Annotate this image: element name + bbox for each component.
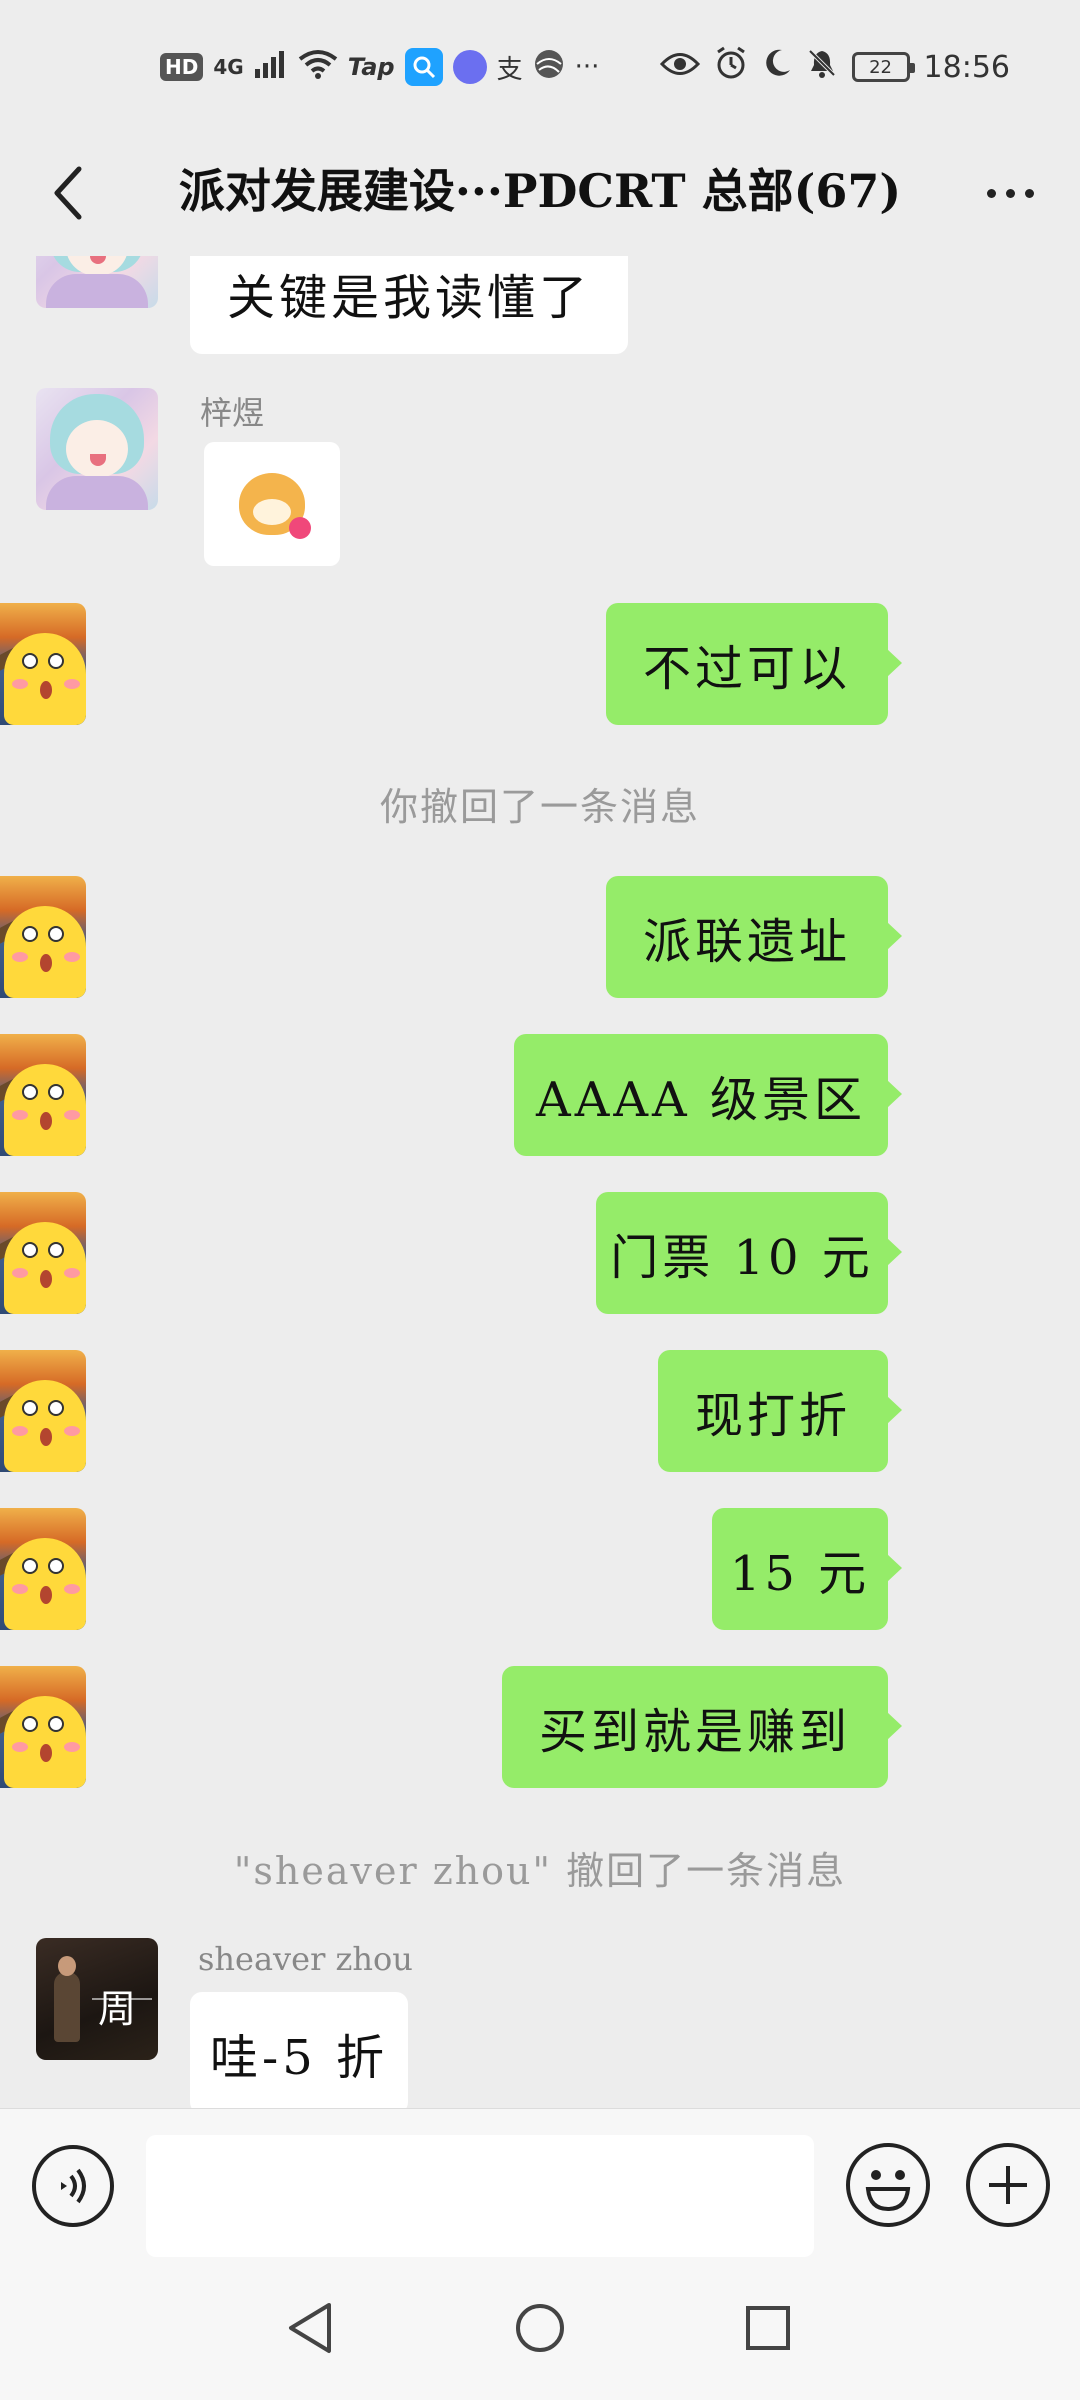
system-notice: "sheaver zhou" 撤回了一条消息 <box>233 1849 847 1893</box>
network-type: 4G <box>213 55 244 79</box>
my-avatar[interactable] <box>0 603 86 725</box>
nav-back-button[interactable] <box>278 2296 342 2360</box>
more-functions-button[interactable] <box>966 2143 1050 2227</box>
system-notice: 你撤回了一条消息 <box>379 785 700 829</box>
more-notifications-icon: ··· <box>574 52 600 82</box>
signal-icon <box>254 49 288 86</box>
battery-level: 22 <box>869 56 892 78</box>
message-row: 关键是我读懂了 <box>0 256 1080 366</box>
message-bubble[interactable]: 15 元 <box>712 1508 902 1630</box>
message-bubble[interactable]: 买到就是赚到 <box>502 1666 902 1788</box>
message-bubble[interactable]: 派联遗址 <box>606 876 902 998</box>
wifi-icon <box>298 49 338 86</box>
message-input[interactable] <box>146 2135 814 2257</box>
dot <box>986 188 996 198</box>
message-bubble[interactable]: AAAA 级景区 <box>514 1034 902 1156</box>
dot <box>1024 188 1034 198</box>
my-avatar[interactable] <box>0 1034 86 1156</box>
avatar[interactable] <box>36 388 158 510</box>
nav-recents-button[interactable] <box>736 2296 800 2360</box>
status-bar: HD 4G Tap 支 ··· 22 18:56 <box>0 0 1080 130</box>
input-bar <box>0 2108 1080 2260</box>
chat-title: 派对发展建设···PDCRT 总部(67) <box>178 164 902 218</box>
hd-badge: HD <box>160 53 204 81</box>
sticker-message[interactable] <box>204 442 340 566</box>
message-row: 派联遗址 <box>0 876 1080 998</box>
message-row: 15 元 <box>0 1508 1080 1630</box>
status-right-icons: 22 18:56 <box>659 44 1010 90</box>
alarm-icon <box>714 46 748 88</box>
triangle-back-icon <box>289 2303 331 2353</box>
dot <box>1005 188 1015 198</box>
message-list[interactable]: 关键是我读懂了 梓煜 不过可以 你撤回了一条消息 派联遗址 AAAA 级景区 门… <box>0 256 1080 2108</box>
chat-header: 派对发展建设···PDCRT 总部(67) <box>0 130 1080 256</box>
chevron-left-icon <box>54 166 82 220</box>
emoji-button[interactable] <box>846 2143 930 2227</box>
sender-name: 梓煜 <box>200 394 265 432</box>
message-bubble[interactable]: 现打折 <box>658 1350 902 1472</box>
message-row: 门票 10 元 <box>0 1192 1080 1314</box>
mute-bell-icon <box>806 47 838 87</box>
back-button[interactable] <box>34 158 104 228</box>
ball-icon <box>533 48 565 87</box>
music-app-icon <box>452 50 487 84</box>
message-bubble[interactable]: 不过可以 <box>606 603 902 725</box>
message-row: 周 sheaver zhou 哇-5 折 <box>0 1938 1080 2108</box>
status-left-icons: HD 4G Tap 支 ··· <box>160 44 599 90</box>
message-row: 梓煜 <box>0 388 1080 588</box>
message-bubble[interactable]: 门票 10 元 <box>596 1192 902 1314</box>
system-nav-bar <box>0 2260 1080 2400</box>
message-row: 买到就是赚到 <box>0 1666 1080 1788</box>
my-avatar[interactable] <box>0 1192 86 1314</box>
message-bubble[interactable]: 关键是我读懂了 <box>190 256 628 354</box>
message-bubble[interactable]: 哇-5 折 <box>190 1992 408 2108</box>
sender-name: sheaver zhou <box>198 1940 413 1978</box>
my-avatar[interactable] <box>0 1508 86 1630</box>
avatar[interactable] <box>36 256 158 308</box>
more-options-button[interactable] <box>970 160 1050 226</box>
moon-icon <box>762 48 792 86</box>
clock-time: 18:56 <box>923 49 1010 85</box>
message-row: 现打折 <box>0 1350 1080 1472</box>
tap-app-icon: Tap <box>347 53 395 81</box>
my-avatar[interactable] <box>0 876 86 998</box>
plus-icon <box>989 2166 1027 2204</box>
eye-icon <box>659 50 700 85</box>
doge-heart-icon <box>239 473 311 539</box>
message-row: AAAA 级景区 <box>0 1034 1080 1156</box>
avatar[interactable]: 周 <box>36 1938 158 2060</box>
voice-icon <box>61 2168 86 2204</box>
alipay-icon: 支 <box>496 54 523 85</box>
my-avatar[interactable] <box>0 1666 86 1788</box>
avatar-glyph: 周 <box>98 1987 137 2031</box>
voice-button[interactable] <box>32 2145 114 2227</box>
circle-home-icon <box>516 2304 564 2352</box>
my-avatar[interactable] <box>0 1350 86 1472</box>
search-app-icon <box>404 48 443 86</box>
square-recents-icon <box>746 2306 790 2350</box>
message-row: 不过可以 <box>0 603 1080 725</box>
smiley-icon <box>865 2170 911 2212</box>
nav-home-button[interactable] <box>508 2296 572 2360</box>
battery-icon: 22 <box>851 52 915 82</box>
